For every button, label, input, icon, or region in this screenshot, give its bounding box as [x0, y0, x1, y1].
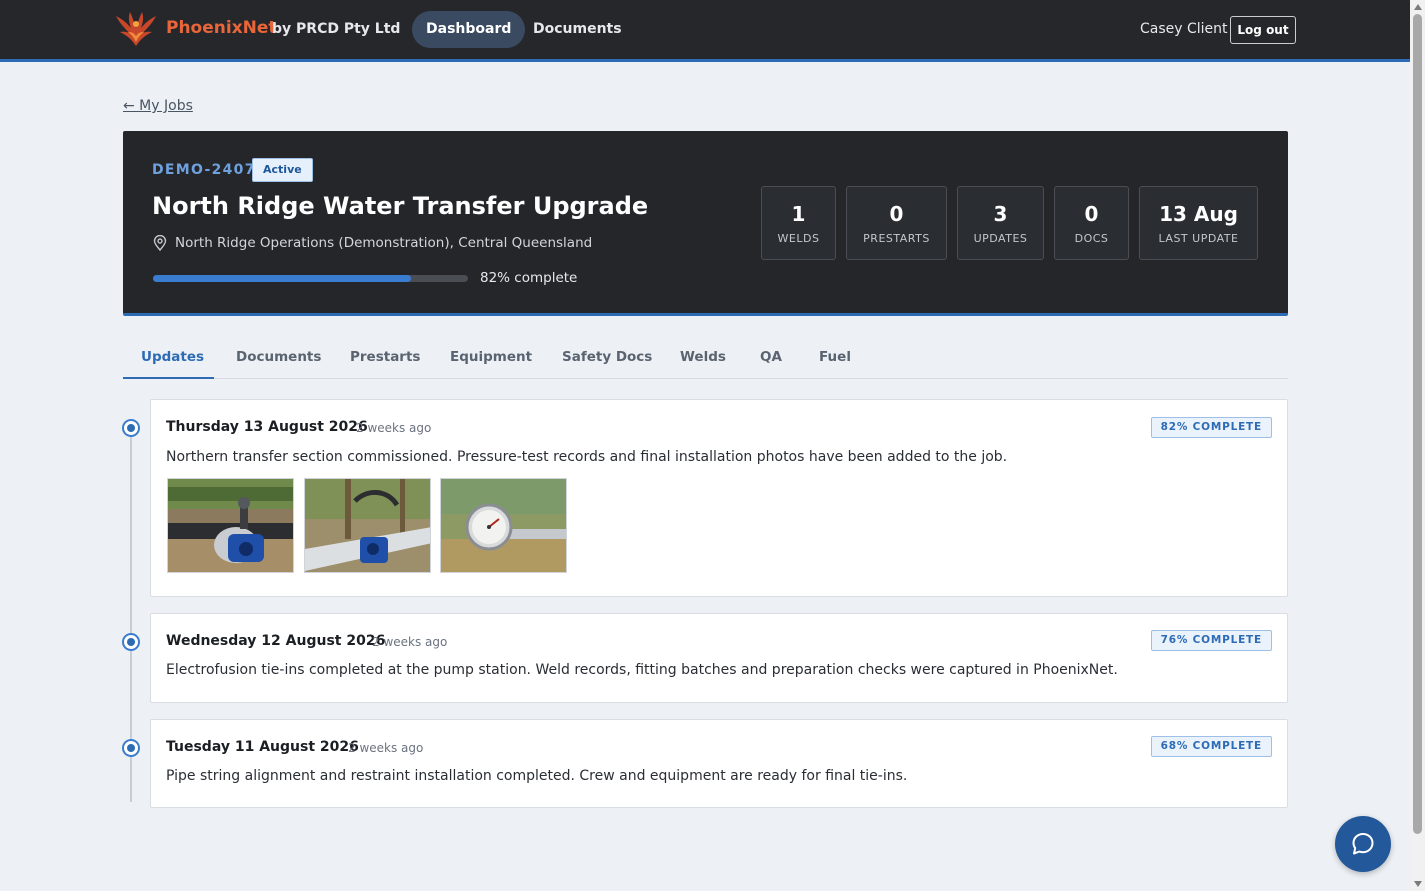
update-card: Wednesday 12 August 2026 2 weeks ago 76%…	[150, 613, 1288, 703]
tab-documents[interactable]: Documents	[236, 349, 321, 365]
job-progress-label: 82% complete	[480, 270, 578, 286]
stat-welds-label: WELDS	[777, 232, 820, 245]
job-summary-card: DEMO-2407 Active North Ridge Water Trans…	[123, 131, 1288, 316]
update-text: Northern transfer section commissioned. …	[166, 449, 1008, 465]
stat-docs[interactable]: 0 DOCS	[1054, 186, 1129, 260]
stat-prestarts-label: PRESTARTS	[863, 232, 930, 245]
stat-updates-label: UPDATES	[973, 232, 1028, 245]
update-progress-badge: 82% COMPLETE	[1150, 417, 1272, 438]
stat-last-update-value: 13 Aug	[1159, 202, 1238, 226]
update-card: Thursday 13 August 2026 2 weeks ago 82% …	[150, 399, 1288, 597]
update-card: Tuesday 11 August 2026 2 weeks ago 68% C…	[150, 719, 1288, 808]
nav-documents[interactable]: Documents	[533, 21, 622, 37]
scrollbar-thumb[interactable]	[1413, 14, 1422, 834]
back-to-my-jobs-link[interactable]: ← My Jobs	[123, 98, 193, 114]
update-photo-pipe-fitting[interactable]	[304, 478, 431, 573]
tab-equipment[interactable]: Equipment	[450, 349, 532, 365]
update-progress-badge: 68% COMPLETE	[1150, 736, 1272, 757]
update-text: Electrofusion tie-ins completed at the p…	[166, 662, 1118, 678]
job-progress-bar	[153, 275, 468, 282]
update-photo-pressure-gauge[interactable]	[440, 478, 567, 573]
tab-prestarts[interactable]: Prestarts	[350, 349, 420, 365]
update-time-ago: 2 weeks ago	[348, 741, 424, 755]
user-name: Casey Client	[1140, 21, 1228, 37]
active-tab-indicator	[123, 377, 214, 379]
stat-prestarts[interactable]: 0 PRESTARTS	[846, 186, 947, 260]
stat-updates[interactable]: 3 UPDATES	[957, 186, 1044, 260]
job-location: North Ridge Operations (Demonstration), …	[175, 235, 593, 251]
stat-docs-label: DOCS	[1074, 232, 1109, 245]
tab-safety-docs[interactable]: Safety Docs	[562, 349, 652, 365]
timeline-dot	[122, 419, 140, 437]
nav-dashboard[interactable]: Dashboard	[412, 11, 526, 48]
map-pin-icon	[153, 235, 167, 251]
stat-last-update[interactable]: 13 Aug LAST UPDATE	[1139, 186, 1258, 260]
job-tabs: Updates Documents Prestarts Equipment Sa…	[123, 340, 1288, 379]
stat-docs-value: 0	[1084, 202, 1099, 226]
stat-last-update-label: LAST UPDATE	[1158, 232, 1239, 245]
update-photo-pipe-valve[interactable]	[167, 478, 294, 573]
chat-bubble-icon	[1352, 833, 1374, 855]
stat-welds-value: 1	[791, 202, 806, 226]
timeline-dot	[122, 633, 140, 651]
update-date: Wednesday 12 August 2026	[166, 633, 386, 649]
scroll-up-arrow-icon[interactable]	[1414, 4, 1422, 10]
update-text: Pipe string alignment and restraint inst…	[166, 768, 908, 784]
brand-company: by PRCD Pty Ltd	[272, 21, 401, 37]
job-code: DEMO-2407	[152, 162, 256, 178]
page-scrollbar[interactable]	[1410, 0, 1425, 891]
top-navigation-bar: PhoenixNet by PRCD Pty Ltd Dashboard Doc…	[0, 0, 1410, 62]
brand-name[interactable]: PhoenixNet	[166, 18, 277, 38]
stat-welds[interactable]: 1 WELDS	[761, 186, 836, 260]
update-date: Tuesday 11 August 2026	[166, 739, 359, 755]
tab-updates[interactable]: Updates	[141, 349, 204, 365]
tab-welds[interactable]: Welds	[680, 349, 726, 365]
logout-button[interactable]: Log out	[1230, 16, 1296, 44]
update-time-ago: 2 weeks ago	[372, 635, 448, 649]
job-title: North Ridge Water Transfer Upgrade	[152, 192, 649, 220]
tab-qa[interactable]: QA	[760, 349, 782, 365]
update-date: Thursday 13 August 2026	[166, 419, 368, 435]
update-progress-badge: 76% COMPLETE	[1150, 630, 1272, 651]
timeline-dot	[122, 739, 140, 757]
stat-prestarts-value: 0	[889, 202, 904, 226]
job-status-badge: Active	[252, 158, 313, 182]
update-time-ago: 2 weeks ago	[356, 421, 432, 435]
chat-button[interactable]	[1335, 816, 1391, 872]
stat-updates-value: 3	[993, 202, 1008, 226]
tab-fuel[interactable]: Fuel	[819, 349, 851, 365]
phoenix-logo-icon[interactable]	[114, 10, 158, 50]
scroll-down-arrow-icon[interactable]	[1414, 881, 1422, 887]
job-progress-fill	[153, 275, 412, 282]
